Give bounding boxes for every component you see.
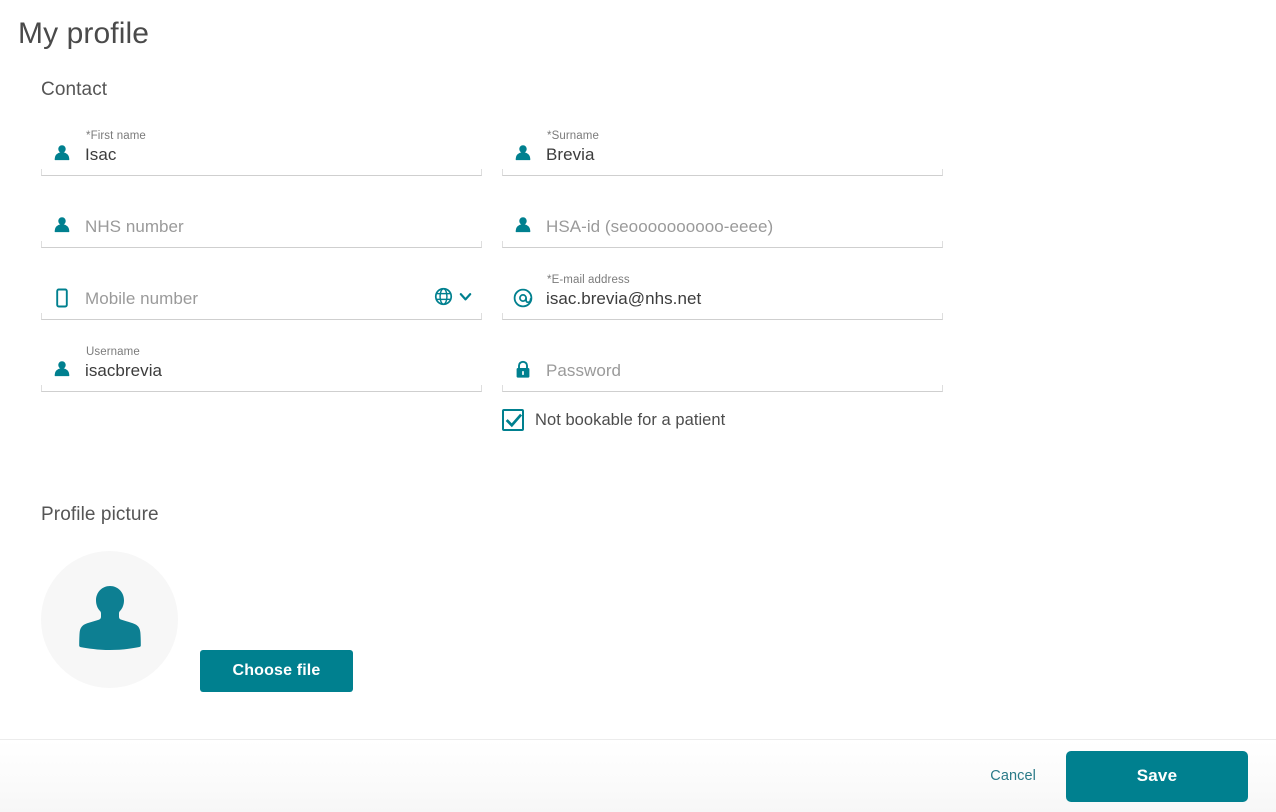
person-placeholder-icon	[78, 585, 141, 650]
save-button[interactable]: Save	[1066, 750, 1248, 802]
field-label: Username	[86, 346, 140, 358]
field-underline	[502, 241, 943, 248]
page-title: My profile	[18, 17, 150, 50]
form-row: *First name Isac *Surname Brevia	[41, 122, 945, 194]
choose-file-button[interactable]: Choose file	[200, 650, 353, 692]
field-underline	[41, 385, 482, 392]
field-nhs-number[interactable]: NHS number	[41, 194, 482, 248]
person-icon	[512, 141, 534, 165]
field-label: *Surname	[547, 130, 599, 142]
field-placeholder: Password	[546, 361, 622, 380]
checkbox-box[interactable]	[502, 409, 524, 431]
field-placeholder: NHS number	[85, 217, 184, 236]
country-code-selector[interactable]	[433, 286, 474, 312]
section-heading-contact: Contact	[41, 79, 108, 100]
field-username[interactable]: Username isacbrevia	[41, 338, 482, 392]
section-heading-profile-picture: Profile picture	[41, 504, 159, 525]
field-underline	[41, 313, 482, 320]
field-underline	[41, 241, 482, 248]
field-mobile-number[interactable]: Mobile number	[41, 266, 482, 320]
field-label: *First name	[86, 130, 146, 142]
field-first-name[interactable]: *First name Isac	[41, 122, 482, 176]
field-email-address[interactable]: *E-mail address isac.brevia@nhs.net	[502, 266, 943, 320]
field-underline	[502, 313, 943, 320]
field-underline	[502, 169, 943, 176]
cancel-button[interactable]: Cancel	[982, 762, 1044, 790]
form-row: Username isacbrevia Password	[41, 338, 945, 410]
field-surname[interactable]: *Surname Brevia	[502, 122, 943, 176]
field-value: Isac	[85, 145, 117, 164]
field-value: isac.brevia@nhs.net	[546, 289, 702, 308]
field-underline	[502, 385, 943, 392]
field-underline	[41, 169, 482, 176]
person-icon	[51, 357, 73, 381]
field-password[interactable]: Password	[502, 338, 943, 392]
form-row: NHS number HSA-id (seoooooooooo-eeee)	[41, 194, 945, 266]
at-sign-icon	[512, 285, 534, 309]
field-placeholder: Mobile number	[85, 289, 199, 308]
not-bookable-checkbox-row[interactable]: Not bookable for a patient	[502, 409, 725, 431]
person-icon	[51, 213, 73, 237]
mobile-phone-icon	[51, 285, 73, 309]
lock-icon	[512, 357, 534, 381]
field-value: isacbrevia	[85, 361, 163, 380]
field-hsa-id[interactable]: HSA-id (seoooooooooo-eeee)	[502, 194, 943, 248]
contact-form: *First name Isac *Surname Brevia NHS num…	[41, 122, 945, 410]
chevron-down-icon	[457, 288, 474, 310]
checkmark-icon	[505, 413, 523, 428]
checkbox-label: Not bookable for a patient	[535, 410, 726, 429]
field-value: Brevia	[546, 145, 595, 164]
person-icon	[512, 213, 534, 237]
avatar	[41, 551, 178, 688]
form-row: Mobile number *E-mail address isac.brevi…	[41, 266, 945, 338]
person-icon	[51, 141, 73, 165]
field-label: *E-mail address	[547, 274, 630, 286]
globe-icon	[433, 286, 454, 312]
field-placeholder: HSA-id (seoooooooooo-eeee)	[546, 217, 774, 236]
my-profile-page: My profile Contact *First name Isac *Sur…	[0, 0, 1276, 812]
footer-action-bar: Cancel Save	[0, 739, 1276, 812]
